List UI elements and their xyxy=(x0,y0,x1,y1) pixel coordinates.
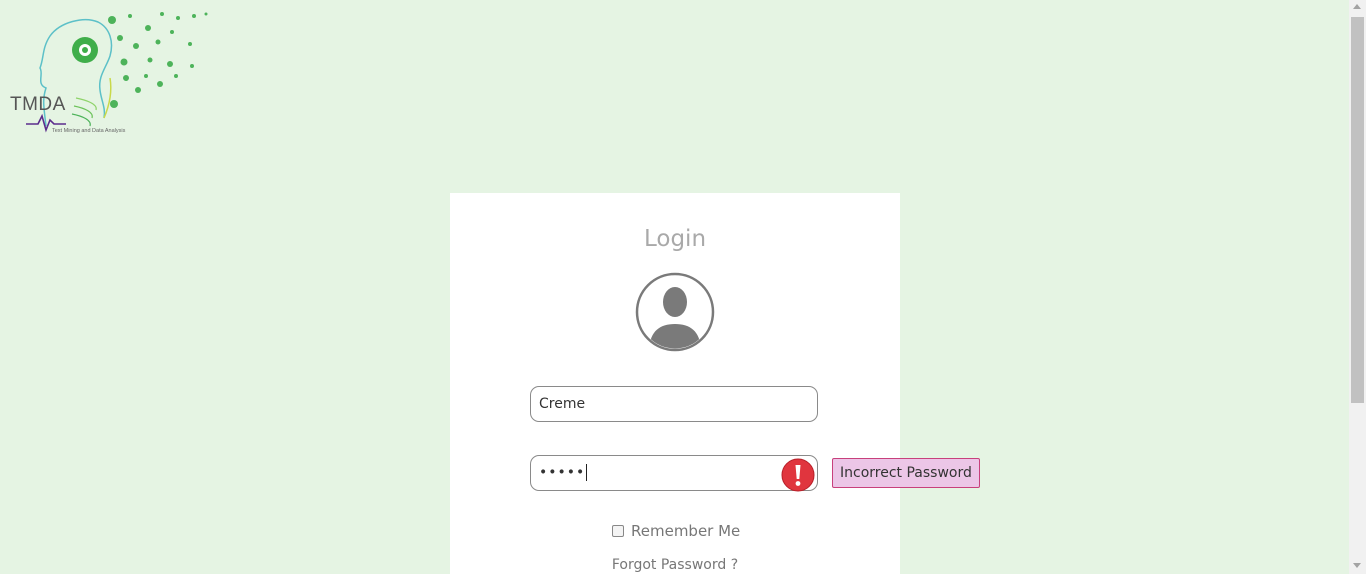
logo-graphic xyxy=(26,12,208,133)
incorrect-password-tooltip: Incorrect Password xyxy=(832,458,980,488)
remember-me[interactable]: Remember Me xyxy=(612,521,740,541)
user-avatar-icon xyxy=(635,272,715,352)
forgot-password-link[interactable]: Forgot Password ? xyxy=(450,557,900,573)
vertical-scrollbar[interactable] xyxy=(1349,0,1366,574)
username-field[interactable] xyxy=(530,386,818,422)
text-caret xyxy=(586,464,588,481)
remember-me-checkbox[interactable] xyxy=(612,525,624,537)
scroll-up-arrow-icon[interactable] xyxy=(1353,4,1361,9)
page: TMDA Text Mining and Data Analysis Login… xyxy=(0,0,1366,574)
remember-me-label: Remember Me xyxy=(631,522,741,540)
scroll-down-arrow-icon[interactable] xyxy=(1353,563,1361,568)
logo-subtitle: Text Mining and Data Analysis xyxy=(52,128,126,134)
password-input[interactable]: ••••• xyxy=(539,464,588,481)
login-title: Login xyxy=(643,226,707,252)
password-field[interactable]: ••••• xyxy=(530,455,818,492)
error-exclamation-icon xyxy=(781,458,815,492)
scrollbar-thumb[interactable] xyxy=(1351,17,1364,403)
username-input[interactable] xyxy=(539,387,779,421)
logo-text: TMDA xyxy=(10,94,66,115)
tmda-logo: TMDA Text Mining and Data Analysis xyxy=(6,8,216,138)
login-card: Login ••••• Remember Me xyxy=(450,193,900,574)
password-masked-value: ••••• xyxy=(539,464,586,481)
